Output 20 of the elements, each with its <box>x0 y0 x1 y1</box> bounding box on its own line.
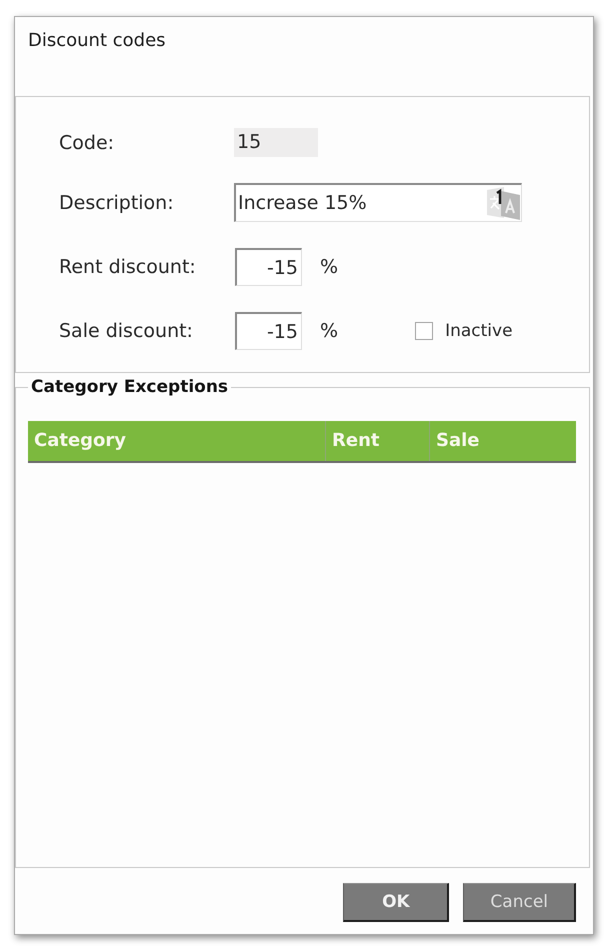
unit-label: % <box>320 320 338 342</box>
group-title: Category Exceptions <box>30 377 230 397</box>
text-field[interactable]: Increase 15% <box>234 183 522 222</box>
number-field[interactable]: -15 <box>235 312 302 350</box>
field-label: Description: <box>59 192 175 214</box>
column-header[interactable]: Sale <box>429 421 576 461</box>
checkbox[interactable] <box>415 322 434 340</box>
number-field[interactable]: -15 <box>235 248 302 286</box>
field-label: Code: <box>59 132 116 154</box>
translate-icon[interactable] <box>487 186 520 220</box>
field-label: Sale discount: <box>59 320 194 342</box>
dialog-title: Discount codes <box>28 30 166 51</box>
readonly-field: 15 <box>234 128 318 157</box>
unit-label: % <box>320 256 338 278</box>
dialog-button[interactable]: OK <box>343 883 450 922</box>
field-label: Rent discount: <box>59 256 197 278</box>
column-header[interactable]: Rent <box>325 421 429 461</box>
checkbox-label[interactable]: Inactive <box>445 321 513 341</box>
column-header[interactable]: Category <box>28 421 325 461</box>
dialog-button[interactable]: Cancel <box>463 883 576 922</box>
